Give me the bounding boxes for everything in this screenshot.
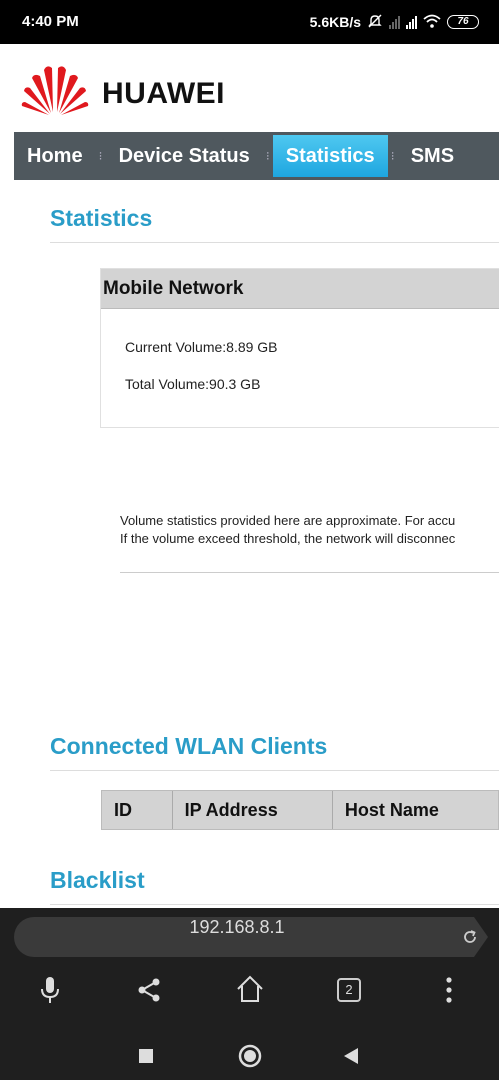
- tabs-button[interactable]: 2: [327, 970, 371, 1010]
- volume-note-line2: If the volume exceed threshold, the netw…: [120, 531, 456, 546]
- reload-icon[interactable]: [461, 916, 479, 952]
- brand-name: HUAWEI: [102, 77, 225, 110]
- divider: [50, 770, 499, 771]
- share-icon[interactable]: [127, 970, 171, 1010]
- back-icon[interactable]: [331, 1036, 371, 1076]
- column-id: ID: [102, 791, 173, 829]
- volume-note-line1: Volume statistics provided here are appr…: [120, 513, 456, 528]
- tab-count: 2: [337, 978, 361, 1002]
- menu-icon[interactable]: [427, 970, 471, 1010]
- volume-note: Volume statistics provided here are appr…: [120, 512, 499, 548]
- divider: [120, 572, 499, 573]
- nav-sms[interactable]: SMS: [398, 135, 467, 177]
- home-icon[interactable]: [228, 970, 272, 1010]
- battery-icon: 76: [447, 15, 479, 29]
- mobile-network-header: Mobile Network: [101, 269, 499, 309]
- mobile-network-panel: Mobile Network Current Volume:8.89 GB To…: [100, 268, 499, 428]
- android-home-icon[interactable]: [230, 1036, 270, 1076]
- column-host-name: Host Name: [344, 800, 439, 820]
- wifi-icon: [423, 14, 441, 31]
- mute-icon: [367, 13, 383, 32]
- status-bar: 4:40 PM 5.6KB/s 76: [0, 0, 499, 44]
- browser-toolbar: 192.168.8.1 2: [0, 908, 499, 1080]
- nav-device-status[interactable]: Device Status: [106, 135, 263, 177]
- huawei-logo-icon: [21, 66, 89, 115]
- main-nav: Home ⁝ Device Status ⁝ Statistics ⁝ SMS: [14, 132, 499, 180]
- divider: [50, 242, 499, 243]
- nav-separator: ⁝: [390, 149, 395, 163]
- statistics-title: Statistics: [50, 205, 153, 231]
- current-volume: Current Volume:8.89 GB: [125, 339, 278, 355]
- blacklist-title: Blacklist: [50, 867, 145, 893]
- signal-icon-sim1: [389, 15, 400, 29]
- nav-statistics[interactable]: Statistics: [272, 135, 388, 177]
- wlan-clients-title: Connected WLAN Clients: [50, 733, 328, 759]
- recents-icon[interactable]: [126, 1036, 166, 1076]
- status-time: 4:40 PM: [22, 13, 79, 30]
- network-speed: 5.6KB/s: [309, 14, 361, 30]
- mic-icon[interactable]: [28, 970, 72, 1010]
- total-volume: Total Volume:90.3 GB: [125, 376, 261, 392]
- nav-separator: ⁝: [98, 149, 103, 163]
- site-header: HUAWEI: [0, 44, 499, 132]
- status-indicators: 5.6KB/s 76: [310, 12, 479, 32]
- column-ip-address: IP Address: [173, 791, 333, 829]
- url-text[interactable]: 192.168.8.1: [0, 917, 474, 938]
- signal-icon-sim2: [406, 15, 417, 29]
- nav-separator: ⁝: [265, 149, 270, 163]
- wlan-clients-table-header: ID IP Address Host Name: [101, 790, 499, 830]
- nav-home[interactable]: Home: [14, 135, 96, 177]
- divider: [50, 904, 499, 905]
